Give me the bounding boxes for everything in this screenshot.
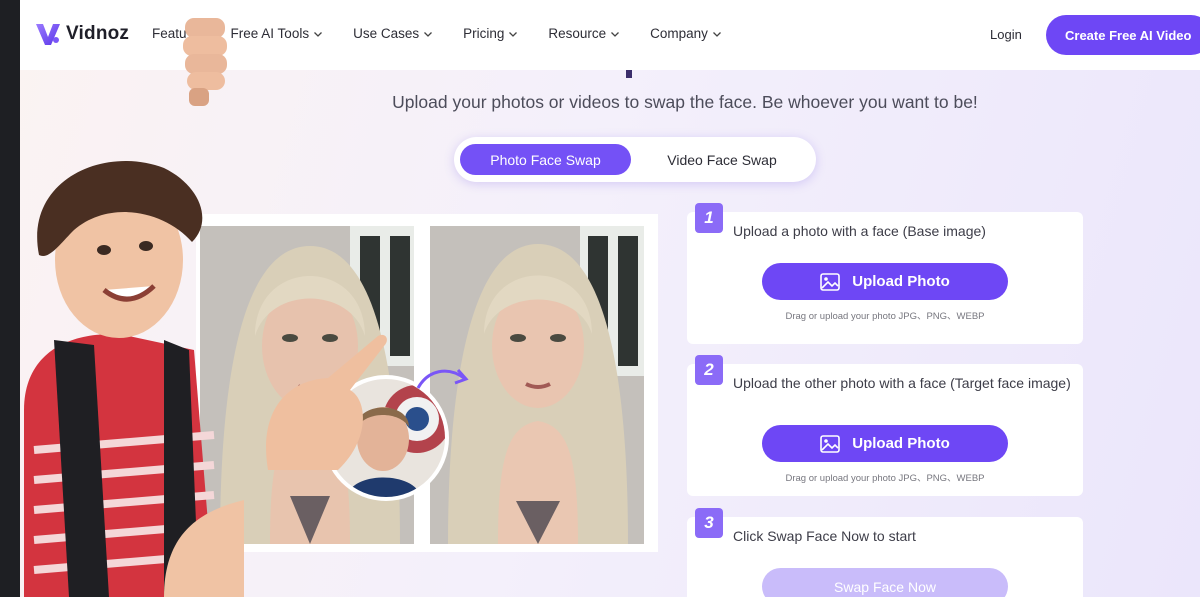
- step-instruction: Upload a photo with a face (Base image): [733, 223, 986, 239]
- page: Vidnoz Featu Free AI Tools Use Cases Pri…: [20, 0, 1200, 597]
- tab-video-face-swap[interactable]: Video Face Swap: [652, 144, 792, 175]
- face-swap-mode-toggle: Photo Face Swap Video Face Swap: [454, 137, 816, 182]
- mascot-pointing-hand-image: [266, 334, 387, 470]
- step-number-badge: 1: [695, 203, 723, 233]
- chevron-down-icon: [611, 31, 620, 37]
- window-edge: [0, 0, 20, 597]
- step-number-badge: 2: [695, 355, 723, 385]
- nav-item-label: Resource: [548, 26, 607, 41]
- logo[interactable]: Vidnoz: [34, 20, 129, 48]
- brand-name: Vidnoz: [66, 23, 130, 44]
- upload-photo-label: Upload Photo: [852, 273, 950, 290]
- mascot-boy-image: [24, 161, 244, 597]
- chevron-down-icon: [424, 31, 433, 37]
- upload-base-photo-button[interactable]: Upload Photo: [762, 263, 1008, 300]
- step-2-card: 2 Upload the other photo with a face (Ta…: [687, 355, 1083, 496]
- nav-item-resource[interactable]: Resource: [548, 26, 620, 41]
- nav-item-free-ai-tools[interactable]: Free AI Tools: [231, 26, 324, 41]
- image-icon: [820, 272, 841, 291]
- upload-hint: Drag or upload your photo JPG、PNG、WEBP: [785, 311, 985, 322]
- swap-arrow-icon: [416, 369, 469, 389]
- nav-item-pricing[interactable]: Pricing: [463, 26, 518, 41]
- vidnoz-logo-icon: [36, 24, 60, 45]
- step-number-badge: 3: [695, 508, 723, 538]
- nav-item-label: Use Cases: [353, 26, 420, 41]
- step-1-card: 1 Upload a photo with a face (Base image…: [687, 203, 1083, 344]
- upload-target-photo-button[interactable]: Upload Photo: [762, 425, 1008, 462]
- nav-item-company[interactable]: Company: [650, 26, 722, 41]
- nav-menu: Featu Free AI Tools Use Cases Pricing Re…: [152, 26, 752, 41]
- upload-photo-label: Upload Photo: [852, 435, 950, 452]
- chevron-down-icon: [314, 31, 323, 37]
- upload-hint: Drag or upload your photo JPG、PNG、WEBP: [785, 473, 985, 484]
- chevron-down-icon: [509, 31, 518, 37]
- nav-item-label: Company: [650, 26, 708, 41]
- chevron-down-icon: [712, 31, 721, 37]
- nav-item-label: Free AI Tools: [230, 26, 310, 41]
- image-icon: [820, 434, 841, 453]
- step-3-card: 3 Click Swap Face Now to start Swap Face…: [687, 508, 1083, 597]
- tab-photo-face-swap[interactable]: Photo Face Swap: [460, 144, 631, 175]
- title-fragment: [626, 70, 632, 78]
- swap-face-now-button[interactable]: Swap Face Now: [762, 568, 1008, 597]
- login-link[interactable]: Login: [990, 27, 1022, 42]
- create-free-ai-video-button[interactable]: Create Free AI Video: [1046, 15, 1200, 55]
- step-instruction: Click Swap Face Now to start: [733, 528, 916, 544]
- nav-item-use-cases[interactable]: Use Cases: [353, 26, 433, 41]
- step-instruction: Upload the other photo with a face (Targ…: [733, 375, 1071, 391]
- mascot-hand-image: [183, 18, 227, 106]
- nav-item-label: Pricing: [463, 26, 505, 41]
